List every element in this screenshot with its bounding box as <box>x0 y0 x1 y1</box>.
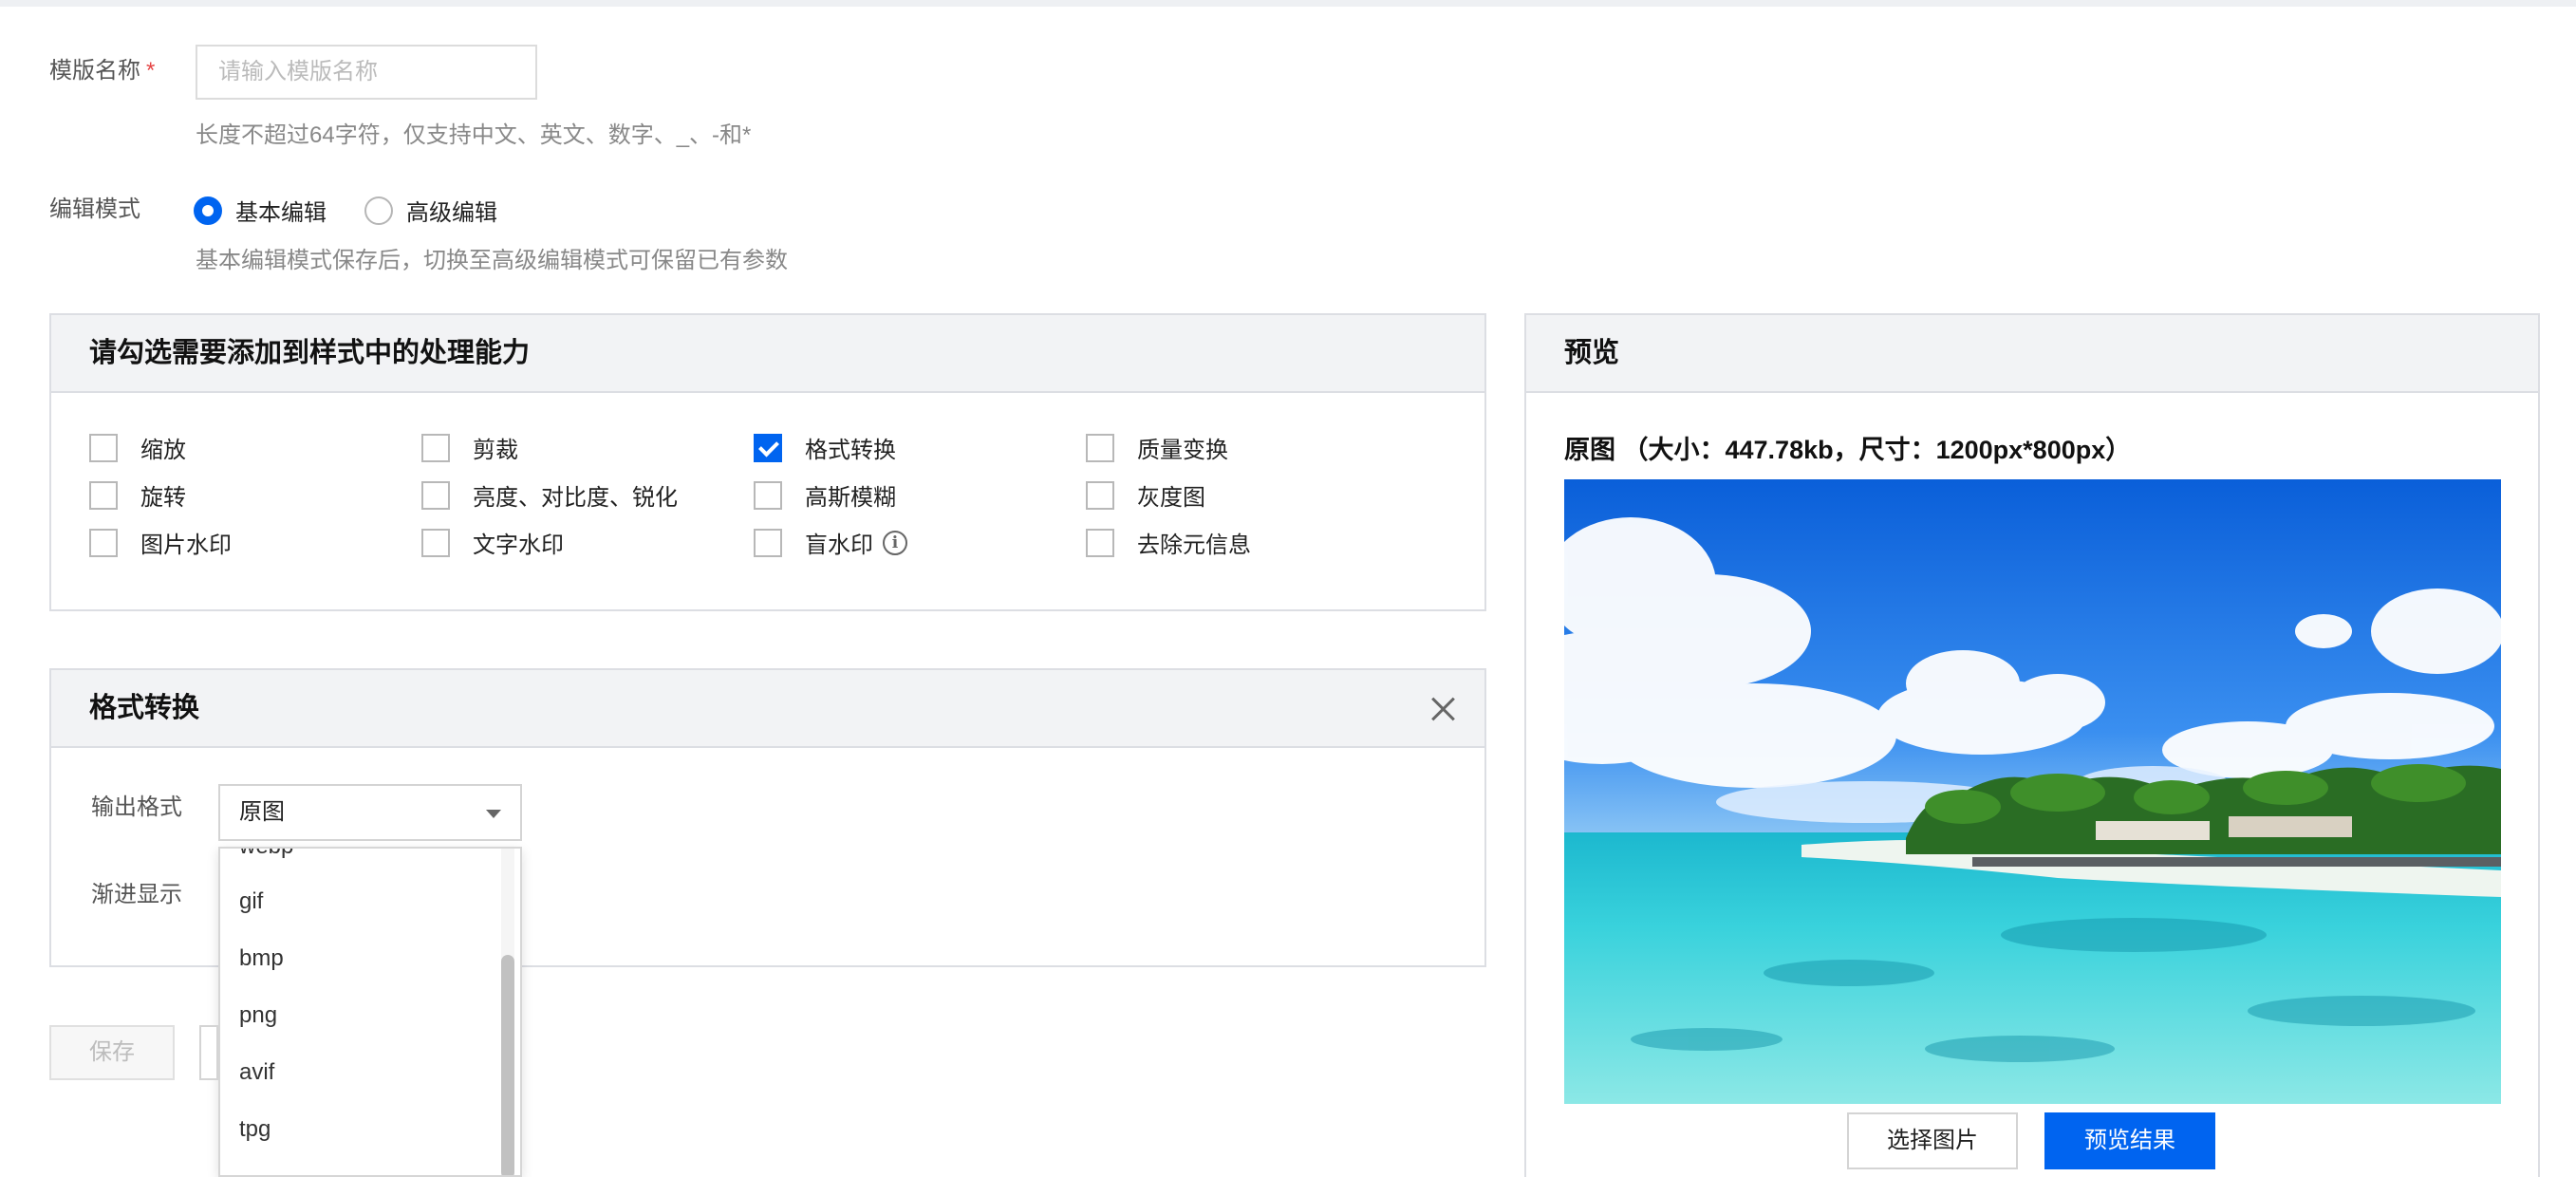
save-button[interactable]: 保存 <box>49 1025 175 1080</box>
capability-label: 亮度、对比度、锐化 <box>473 485 678 511</box>
template-name-hint: 长度不超过64字符，仅支持中文、英文、数字、_、-和* <box>196 122 752 148</box>
capability-label: 剪裁 <box>473 438 518 463</box>
capability-checkbox-item[interactable]: 格式转换 <box>754 431 896 464</box>
checkbox-unchecked-icon[interactable] <box>754 528 782 557</box>
capabilities-panel: 请勾选需要添加到样式中的处理能力 缩放 剪裁 格式转换 质量变换旋转 亮度、对比度、锐化… <box>49 313 1486 611</box>
capabilities-panel-title: 请勾选需要添加到样式中的处理能力 <box>51 315 1484 393</box>
dropdown-option[interactable]: avif <box>239 1059 274 1086</box>
dropdown-scrollbar-thumb[interactable] <box>501 955 514 1175</box>
checkbox-unchecked-icon[interactable] <box>89 433 118 462</box>
dropdown-option[interactable]: tpg <box>239 1116 271 1143</box>
template-name-label: 模版名称 * <box>49 58 156 84</box>
chevron-down-icon <box>486 810 501 818</box>
checkbox-unchecked-icon[interactable] <box>421 433 450 462</box>
radio-unchecked-icon <box>364 196 393 225</box>
format-conversion-panel-title: 格式转换 <box>51 670 1484 748</box>
capability-label: 去除元信息 <box>1137 532 1251 558</box>
close-icon[interactable] <box>1426 691 1460 725</box>
capability-checkbox-item[interactable]: 旋转 <box>89 478 186 512</box>
radio-basic-edit[interactable]: 基本编辑 <box>194 194 327 227</box>
capability-label: 缩放 <box>140 438 186 463</box>
info-icon[interactable]: i <box>883 530 907 555</box>
dropdown-option[interactable]: png <box>239 1002 277 1029</box>
dropdown-option[interactable]: bmp <box>239 945 284 972</box>
capability-label: 质量变换 <box>1137 438 1228 463</box>
capability-checkbox-item[interactable]: 质量变换 <box>1086 431 1228 464</box>
capability-label: 高斯模糊 <box>805 485 896 511</box>
capability-checkbox-item[interactable]: 高斯模糊 <box>754 478 896 512</box>
checkbox-unchecked-icon[interactable] <box>89 528 118 557</box>
radio-advanced-edit-label: 高级编辑 <box>406 200 497 226</box>
output-format-dropdown[interactable]: webp gif bmp png avif tpg <box>218 847 522 1177</box>
checkbox-checked-icon[interactable] <box>754 433 782 462</box>
capability-label: 文字水印 <box>473 532 564 558</box>
preview-panel-title: 预览 <box>1526 315 2538 393</box>
checkbox-unchecked-icon[interactable] <box>421 480 450 510</box>
template-name-input[interactable] <box>196 45 537 100</box>
radio-checked-icon <box>194 196 222 225</box>
capability-checkbox-item[interactable]: 图片水印 <box>89 526 232 559</box>
top-bar <box>0 0 2576 7</box>
capability-label: 格式转换 <box>805 438 896 463</box>
edit-mode-label: 编辑模式 <box>49 196 140 222</box>
progressive-label: 渐进显示 <box>91 882 182 907</box>
capability-checkbox-item[interactable]: 剪裁 <box>421 431 518 464</box>
checkbox-unchecked-icon[interactable] <box>754 480 782 510</box>
cancel-button[interactable] <box>199 1025 218 1080</box>
capability-checkbox-item[interactable]: 亮度、对比度、锐化 <box>421 478 678 512</box>
capability-checkbox-item[interactable]: 灰度图 <box>1086 478 1205 512</box>
checkbox-unchecked-icon[interactable] <box>421 528 450 557</box>
preview-result-button[interactable]: 预览结果 <box>2044 1112 2215 1169</box>
edit-mode-hint: 基本编辑模式保存后，切换至高级编辑模式可保留已有参数 <box>196 248 788 273</box>
output-format-select[interactable]: 原图 <box>218 784 522 841</box>
radio-basic-edit-label: 基本编辑 <box>235 200 327 226</box>
capability-label: 灰度图 <box>1137 485 1205 511</box>
required-mark: * <box>146 58 156 84</box>
radio-advanced-edit[interactable]: 高级编辑 <box>364 194 497 227</box>
preview-image <box>1564 479 2501 1104</box>
choose-image-button[interactable]: 选择图片 <box>1847 1112 2018 1169</box>
capability-checkbox-item[interactable]: 去除元信息 <box>1086 526 1251 559</box>
capability-label: 旋转 <box>140 485 186 511</box>
checkbox-unchecked-icon[interactable] <box>1086 528 1114 557</box>
capability-checkbox-item[interactable]: 文字水印 <box>421 526 564 559</box>
capability-label: 盲水印 <box>805 532 873 558</box>
capability-checkbox-item[interactable]: 缩放 <box>89 431 186 464</box>
checkbox-unchecked-icon[interactable] <box>1086 480 1114 510</box>
output-format-selected-value: 原图 <box>239 799 285 825</box>
capability-label: 图片水印 <box>140 532 232 558</box>
capability-checkbox-item[interactable]: 盲水印 i <box>754 526 907 559</box>
dropdown-option[interactable]: gif <box>239 888 263 915</box>
original-image-caption: 原图 （大小：447.78kb，尺寸：1200px*800px） <box>1564 436 2132 464</box>
dropdown-option[interactable]: webp <box>239 849 293 860</box>
checkbox-unchecked-icon[interactable] <box>89 480 118 510</box>
output-format-label: 输出格式 <box>91 794 182 820</box>
checkbox-unchecked-icon[interactable] <box>1086 433 1114 462</box>
